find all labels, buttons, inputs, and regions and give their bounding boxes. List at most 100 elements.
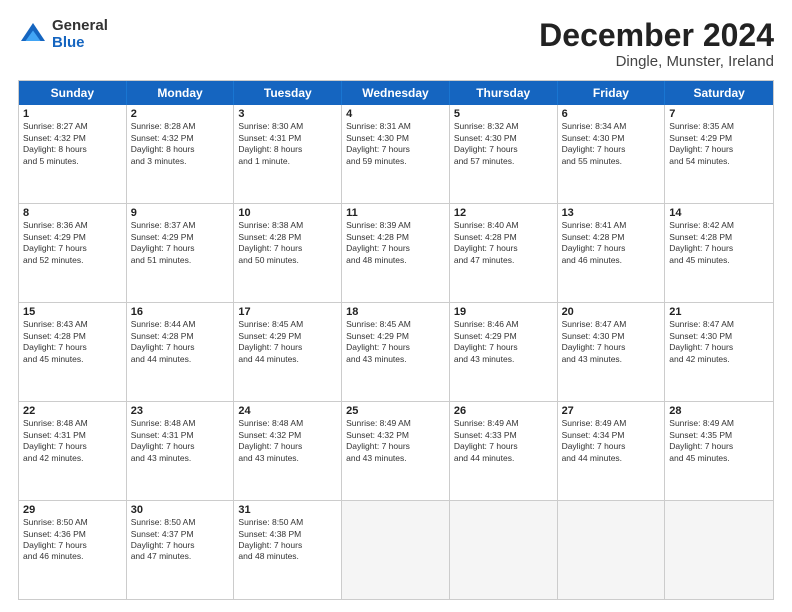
day-number: 29	[23, 504, 122, 516]
calendar-row-5: 29Sunrise: 8:50 AM Sunset: 4:36 PM Dayli…	[19, 501, 773, 599]
header-cell-saturday: Saturday	[665, 81, 773, 105]
cell-info: Sunrise: 8:32 AM Sunset: 4:30 PM Dayligh…	[454, 121, 553, 167]
calendar-body: 1Sunrise: 8:27 AM Sunset: 4:32 PM Daylig…	[19, 105, 773, 599]
cell-info: Sunrise: 8:45 AM Sunset: 4:29 PM Dayligh…	[238, 319, 337, 365]
cell-info: Sunrise: 8:46 AM Sunset: 4:29 PM Dayligh…	[454, 319, 553, 365]
cell-info: Sunrise: 8:35 AM Sunset: 4:29 PM Dayligh…	[669, 121, 769, 167]
header-cell-tuesday: Tuesday	[234, 81, 342, 105]
calendar-header: SundayMondayTuesdayWednesdayThursdayFrid…	[19, 81, 773, 105]
calendar-cell: 7Sunrise: 8:35 AM Sunset: 4:29 PM Daylig…	[665, 105, 773, 203]
day-number: 13	[562, 207, 661, 219]
day-number: 24	[238, 405, 337, 417]
day-number: 7	[669, 108, 769, 120]
cell-info: Sunrise: 8:28 AM Sunset: 4:32 PM Dayligh…	[131, 121, 230, 167]
cell-info: Sunrise: 8:36 AM Sunset: 4:29 PM Dayligh…	[23, 220, 122, 266]
calendar-cell: 18Sunrise: 8:45 AM Sunset: 4:29 PM Dayli…	[342, 303, 450, 401]
cell-info: Sunrise: 8:50 AM Sunset: 4:36 PM Dayligh…	[23, 517, 122, 563]
calendar-cell	[558, 501, 666, 599]
calendar-cell	[342, 501, 450, 599]
day-number: 1	[23, 108, 122, 120]
calendar-cell: 25Sunrise: 8:49 AM Sunset: 4:32 PM Dayli…	[342, 402, 450, 500]
calendar-cell: 30Sunrise: 8:50 AM Sunset: 4:37 PM Dayli…	[127, 501, 235, 599]
day-number: 4	[346, 108, 445, 120]
calendar-row-2: 8Sunrise: 8:36 AM Sunset: 4:29 PM Daylig…	[19, 204, 773, 303]
calendar-cell: 8Sunrise: 8:36 AM Sunset: 4:29 PM Daylig…	[19, 204, 127, 302]
cell-info: Sunrise: 8:48 AM Sunset: 4:31 PM Dayligh…	[131, 418, 230, 464]
day-number: 17	[238, 306, 337, 318]
header-cell-sunday: Sunday	[19, 81, 127, 105]
header: General Blue December 2024 Dingle, Munst…	[18, 18, 774, 70]
cell-info: Sunrise: 8:45 AM Sunset: 4:29 PM Dayligh…	[346, 319, 445, 365]
cell-info: Sunrise: 8:41 AM Sunset: 4:28 PM Dayligh…	[562, 220, 661, 266]
calendar-cell: 22Sunrise: 8:48 AM Sunset: 4:31 PM Dayli…	[19, 402, 127, 500]
day-number: 14	[669, 207, 769, 219]
cell-info: Sunrise: 8:48 AM Sunset: 4:31 PM Dayligh…	[23, 418, 122, 464]
day-number: 28	[669, 405, 769, 417]
cell-info: Sunrise: 8:43 AM Sunset: 4:28 PM Dayligh…	[23, 319, 122, 365]
day-number: 27	[562, 405, 661, 417]
calendar-cell: 23Sunrise: 8:48 AM Sunset: 4:31 PM Dayli…	[127, 402, 235, 500]
cell-info: Sunrise: 8:27 AM Sunset: 4:32 PM Dayligh…	[23, 121, 122, 167]
day-number: 30	[131, 504, 230, 516]
page: General Blue December 2024 Dingle, Munst…	[0, 0, 792, 612]
logo-text: General Blue	[52, 18, 108, 51]
calendar-cell: 26Sunrise: 8:49 AM Sunset: 4:33 PM Dayli…	[450, 402, 558, 500]
header-cell-monday: Monday	[127, 81, 235, 105]
cell-info: Sunrise: 8:47 AM Sunset: 4:30 PM Dayligh…	[669, 319, 769, 365]
day-number: 19	[454, 306, 553, 318]
calendar-cell: 6Sunrise: 8:34 AM Sunset: 4:30 PM Daylig…	[558, 105, 666, 203]
cell-info: Sunrise: 8:50 AM Sunset: 4:37 PM Dayligh…	[131, 517, 230, 563]
cell-info: Sunrise: 8:48 AM Sunset: 4:32 PM Dayligh…	[238, 418, 337, 464]
header-cell-wednesday: Wednesday	[342, 81, 450, 105]
calendar-cell: 21Sunrise: 8:47 AM Sunset: 4:30 PM Dayli…	[665, 303, 773, 401]
title-block: December 2024 Dingle, Munster, Ireland	[539, 18, 774, 70]
cell-info: Sunrise: 8:49 AM Sunset: 4:35 PM Dayligh…	[669, 418, 769, 464]
calendar: SundayMondayTuesdayWednesdayThursdayFrid…	[18, 80, 774, 600]
day-number: 20	[562, 306, 661, 318]
day-number: 11	[346, 207, 445, 219]
month-title: December 2024	[539, 18, 774, 53]
calendar-cell: 16Sunrise: 8:44 AM Sunset: 4:28 PM Dayli…	[127, 303, 235, 401]
location: Dingle, Munster, Ireland	[539, 53, 774, 70]
calendar-cell: 28Sunrise: 8:49 AM Sunset: 4:35 PM Dayli…	[665, 402, 773, 500]
calendar-cell: 17Sunrise: 8:45 AM Sunset: 4:29 PM Dayli…	[234, 303, 342, 401]
cell-info: Sunrise: 8:40 AM Sunset: 4:28 PM Dayligh…	[454, 220, 553, 266]
day-number: 12	[454, 207, 553, 219]
calendar-cell: 12Sunrise: 8:40 AM Sunset: 4:28 PM Dayli…	[450, 204, 558, 302]
day-number: 22	[23, 405, 122, 417]
day-number: 10	[238, 207, 337, 219]
cell-info: Sunrise: 8:49 AM Sunset: 4:34 PM Dayligh…	[562, 418, 661, 464]
day-number: 26	[454, 405, 553, 417]
day-number: 16	[131, 306, 230, 318]
header-cell-thursday: Thursday	[450, 81, 558, 105]
day-number: 3	[238, 108, 337, 120]
cell-info: Sunrise: 8:42 AM Sunset: 4:28 PM Dayligh…	[669, 220, 769, 266]
cell-info: Sunrise: 8:44 AM Sunset: 4:28 PM Dayligh…	[131, 319, 230, 365]
calendar-row-1: 1Sunrise: 8:27 AM Sunset: 4:32 PM Daylig…	[19, 105, 773, 204]
logo-general-text: General	[52, 18, 108, 35]
cell-info: Sunrise: 8:49 AM Sunset: 4:33 PM Dayligh…	[454, 418, 553, 464]
logo-blue-text: Blue	[52, 35, 108, 52]
logo-icon	[18, 20, 48, 50]
calendar-cell: 2Sunrise: 8:28 AM Sunset: 4:32 PM Daylig…	[127, 105, 235, 203]
calendar-cell: 13Sunrise: 8:41 AM Sunset: 4:28 PM Dayli…	[558, 204, 666, 302]
day-number: 8	[23, 207, 122, 219]
calendar-cell: 5Sunrise: 8:32 AM Sunset: 4:30 PM Daylig…	[450, 105, 558, 203]
calendar-cell: 4Sunrise: 8:31 AM Sunset: 4:30 PM Daylig…	[342, 105, 450, 203]
calendar-cell: 11Sunrise: 8:39 AM Sunset: 4:28 PM Dayli…	[342, 204, 450, 302]
day-number: 31	[238, 504, 337, 516]
calendar-row-4: 22Sunrise: 8:48 AM Sunset: 4:31 PM Dayli…	[19, 402, 773, 501]
header-cell-friday: Friday	[558, 81, 666, 105]
day-number: 21	[669, 306, 769, 318]
calendar-cell: 20Sunrise: 8:47 AM Sunset: 4:30 PM Dayli…	[558, 303, 666, 401]
calendar-cell: 19Sunrise: 8:46 AM Sunset: 4:29 PM Dayli…	[450, 303, 558, 401]
day-number: 15	[23, 306, 122, 318]
calendar-cell	[665, 501, 773, 599]
cell-info: Sunrise: 8:50 AM Sunset: 4:38 PM Dayligh…	[238, 517, 337, 563]
logo: General Blue	[18, 18, 108, 51]
calendar-cell: 10Sunrise: 8:38 AM Sunset: 4:28 PM Dayli…	[234, 204, 342, 302]
day-number: 18	[346, 306, 445, 318]
calendar-cell	[450, 501, 558, 599]
cell-info: Sunrise: 8:39 AM Sunset: 4:28 PM Dayligh…	[346, 220, 445, 266]
day-number: 23	[131, 405, 230, 417]
